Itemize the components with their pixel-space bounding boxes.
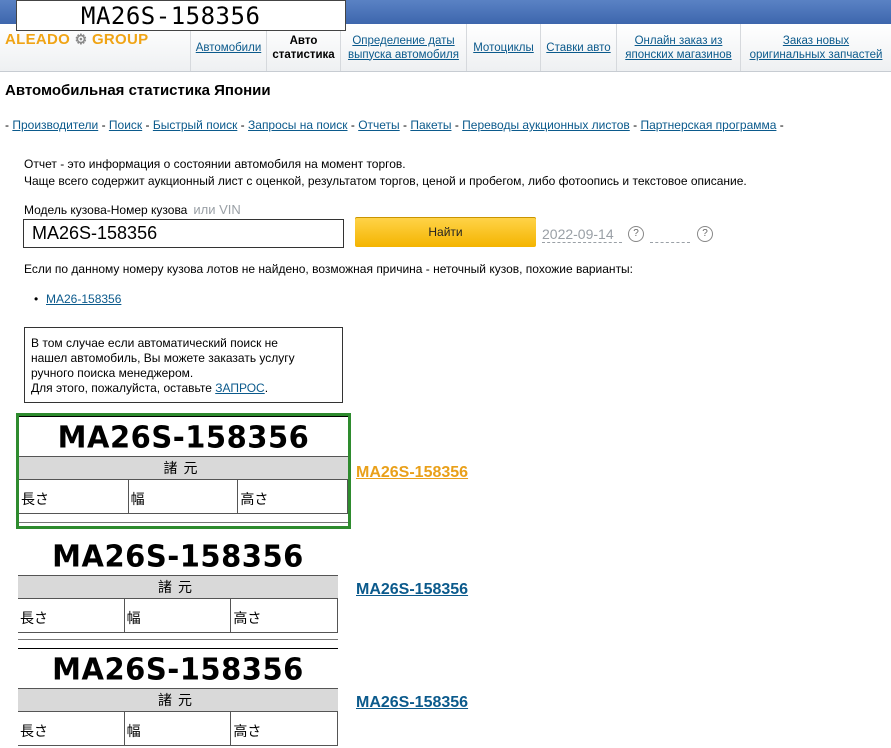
list-item: MA26-158356 xyxy=(34,292,121,306)
nav-item-date-of-manufacture[interactable]: Определение даты выпуска автомобиля xyxy=(340,24,466,71)
logo-text-left: ALEADO xyxy=(5,31,71,48)
plate-cell: 長さ xyxy=(18,711,125,745)
plate-cells: 長さ 幅 高さ xyxy=(19,479,348,514)
plate-cells: 長さ 幅 高さ xyxy=(18,598,338,633)
result-thumbnail[interactable]: MA26S-158356 諸元 長さ 幅 高さ xyxy=(18,648,338,748)
plate-cell: 高さ xyxy=(231,711,338,745)
report-info-line: Чаще всего содержит аукционный лист с оц… xyxy=(24,174,747,188)
logo-text-right: GROUP xyxy=(91,31,149,48)
manual-text-prefix: Для этого, пожалуйста, оставьте xyxy=(31,381,212,395)
subnav-manufacturers[interactable]: Производители xyxy=(12,118,98,132)
secondary-date-field[interactable] xyxy=(650,226,690,243)
report-info: Отчет - это информация о состоянии автом… xyxy=(24,156,747,190)
query-label: Модель кузова-Номер кузова или VIN xyxy=(24,202,241,217)
help-icon[interactable]: ? xyxy=(628,226,644,242)
nav-item-bids[interactable]: Ставки авто xyxy=(540,24,616,71)
manual-text-line: ручного поиска менеджером. xyxy=(31,366,194,380)
gear-icon: ⚙ xyxy=(74,31,88,47)
subnav-partner-program[interactable]: Партнерская программа xyxy=(640,118,776,132)
help-icon[interactable]: ? xyxy=(697,226,713,242)
plate-number: MA26S-158356 xyxy=(52,651,304,687)
report-info-line: Отчет - это информация о состоянии автом… xyxy=(24,157,406,171)
manual-text-line: нашел автомобиль, Вы можете заказать усл… xyxy=(31,351,295,365)
result-link[interactable]: MA26S-158356 xyxy=(356,464,468,482)
nav-link-original-parts[interactable]: Заказ новых оригинальных запчастей xyxy=(745,34,887,62)
find-button[interactable]: Найти xyxy=(355,217,536,247)
plate-cell: 幅 xyxy=(129,479,239,513)
nav-link-date-of-manufacture[interactable]: Определение даты выпуска автомобиля xyxy=(341,34,466,62)
not-found-message: Если по данному номеру кузова лотов не н… xyxy=(24,262,634,276)
plate-cell: 長さ xyxy=(19,479,129,513)
plate-spec-label: 諸元 xyxy=(18,688,338,712)
subnav-translations[interactable]: Переводы аукционных листов xyxy=(462,118,630,132)
plate-cell: 長さ xyxy=(18,598,125,632)
plate-number: MA26S-158356 xyxy=(52,538,304,574)
result-link[interactable]: MA26S-158356 xyxy=(356,581,468,599)
result-thumbnail[interactable]: MA26S-158356 諸元 長さ 幅 高さ xyxy=(16,413,351,529)
query-label-alt: или VIN xyxy=(193,202,241,217)
manual-text-line: В том случае если автоматический поиск н… xyxy=(31,336,278,350)
nav-item-online-order[interactable]: Онлайн заказ из японских магазинов xyxy=(616,24,740,71)
site-header: MA26S-158356 ALEADO ⚙ GROUP Автомобили А… xyxy=(0,0,891,72)
plate-cells: 長さ 幅 高さ xyxy=(18,711,338,746)
plate-cell: 高さ xyxy=(231,598,338,632)
plate-cell: 幅 xyxy=(125,598,232,632)
site-logo[interactable]: ALEADO ⚙ GROUP xyxy=(5,31,148,48)
nav-item-motorcycles[interactable]: Мотоциклы xyxy=(466,24,540,71)
body-number-input[interactable] xyxy=(23,219,344,248)
manual-text-line: Для этого, пожалуйста, оставьте ЗАПРОС. xyxy=(31,381,336,396)
sub-navigation: - Производители - Поиск - Быстрый поиск … xyxy=(5,118,784,132)
manual-text-end: . xyxy=(264,381,269,395)
body-number-overlay: MA26S-158356 xyxy=(16,0,346,31)
subnav-reports[interactable]: Отчеты xyxy=(358,118,399,132)
subnav-packages[interactable]: Пакеты xyxy=(410,118,451,132)
plate-cell: 幅 xyxy=(125,711,232,745)
query-label-text: Модель кузова-Номер кузова xyxy=(24,203,188,217)
nav-label-auto-statistics: Авто статистика xyxy=(272,34,335,61)
subnav-search[interactable]: Поиск xyxy=(109,118,142,132)
variant-link[interactable]: MA26-158356 xyxy=(46,292,121,306)
nav-item-original-parts[interactable]: Заказ новых оригинальных запчастей xyxy=(740,24,891,71)
nav-item-auto-statistics[interactable]: Авто статистика xyxy=(266,24,340,71)
result-thumbnail[interactable]: MA26S-158356 諸元 長さ 幅 高さ xyxy=(18,535,338,643)
plate-spec-label: 諸元 xyxy=(18,575,338,599)
nav-link-online-order[interactable]: Онлайн заказ из японских магазинов xyxy=(621,34,736,62)
request-link[interactable]: ЗАПРОС xyxy=(215,381,264,395)
nav-link-bids[interactable]: Ставки авто xyxy=(546,41,610,55)
nav-link-motorcycles[interactable]: Мотоциклы xyxy=(473,41,534,55)
plate-cell: 高さ xyxy=(238,479,348,513)
manual-search-box: В том случае если автоматический поиск н… xyxy=(24,327,343,403)
nav-link-automobiles[interactable]: Автомобили xyxy=(196,41,262,55)
variant-list: MA26-158356 xyxy=(34,292,121,306)
page-title: Автомобильная статистика Японии xyxy=(5,82,271,99)
subnav-search-requests[interactable]: Запросы на поиск xyxy=(248,118,348,132)
result-link[interactable]: MA26S-158356 xyxy=(356,694,468,712)
plate-spec-label: 諸元 xyxy=(19,456,348,480)
subnav-quick-search[interactable]: Быстрый поиск xyxy=(153,118,237,132)
plate-number: MA26S-158356 xyxy=(57,419,310,455)
date-field[interactable]: 2022-09-14 xyxy=(542,226,622,243)
